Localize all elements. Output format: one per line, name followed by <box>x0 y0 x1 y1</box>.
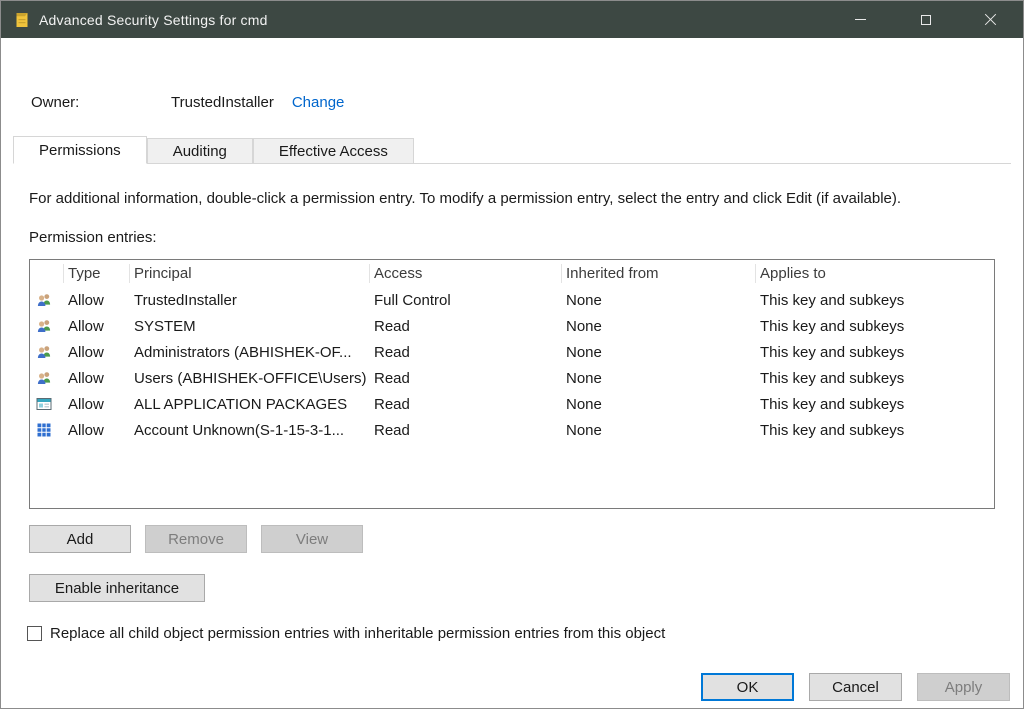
view-button[interactable]: View <box>261 525 363 553</box>
info-text: For additional information, double-click… <box>29 190 1003 207</box>
table-row[interactable]: Allow TrustedInstaller Full Control None… <box>30 287 994 313</box>
advanced-security-settings-dialog: Advanced Security Settings for cmd Owner… <box>0 0 1024 709</box>
table-row[interactable]: Allow SYSTEM Read None This key and subk… <box>30 313 994 339</box>
header-type[interactable]: Type <box>64 264 130 283</box>
titlebar: Advanced Security Settings for cmd <box>1 1 1023 38</box>
app-package-icon <box>30 396 64 412</box>
change-owner-link[interactable]: Change <box>292 94 345 111</box>
caption-buttons <box>828 1 1023 38</box>
users-icon <box>30 370 64 386</box>
cell-access: Read <box>370 318 562 335</box>
header-applies-to[interactable]: Applies to <box>756 264 994 283</box>
minimize-button[interactable] <box>828 1 893 38</box>
header-access[interactable]: Access <box>370 264 562 283</box>
owner-row: Owner: TrustedInstaller Change <box>31 94 344 111</box>
apply-button[interactable]: Apply <box>917 673 1010 701</box>
cell-access: Full Control <box>370 292 562 309</box>
cell-applies-to: This key and subkeys <box>756 396 994 413</box>
users-icon <box>30 344 64 360</box>
cell-type: Allow <box>64 422 130 439</box>
registry-file-icon <box>14 12 30 28</box>
header-principal[interactable]: Principal <box>130 264 370 283</box>
table-row[interactable]: Allow Administrators (ABHISHEK-OF... Rea… <box>30 339 994 365</box>
cell-inherited-from: None <box>562 396 756 413</box>
table-row[interactable]: Allow ALL APPLICATION PACKAGES Read None… <box>30 391 994 417</box>
enable-inheritance-button[interactable]: Enable inheritance <box>29 574 205 602</box>
tab-permissions[interactable]: Permissions <box>13 136 147 164</box>
header-icon-column <box>30 264 64 283</box>
users-icon <box>30 318 64 334</box>
cell-principal: TrustedInstaller <box>130 292 370 309</box>
cell-type: Allow <box>64 318 130 335</box>
replace-permissions-label: Replace all child object permission entr… <box>50 625 665 642</box>
cell-type: Allow <box>64 370 130 387</box>
replace-permissions-row: Replace all child object permission entr… <box>27 625 665 642</box>
users-icon <box>30 292 64 308</box>
maximize-button[interactable] <box>893 1 958 38</box>
cell-access: Read <box>370 422 562 439</box>
dialog-footer-buttons: OK Cancel Apply <box>701 673 1010 701</box>
table-row[interactable]: Allow Account Unknown(S-1-15-3-1... Read… <box>30 417 994 443</box>
close-button[interactable] <box>958 1 1023 38</box>
tabstrip: Permissions Auditing Effective Access <box>13 136 1011 164</box>
permission-entries-label: Permission entries: <box>29 229 157 246</box>
close-icon <box>984 13 997 26</box>
cell-principal: Account Unknown(S-1-15-3-1... <box>130 422 370 439</box>
cell-inherited-from: None <box>562 292 756 309</box>
add-button[interactable]: Add <box>29 525 131 553</box>
cell-principal: SYSTEM <box>130 318 370 335</box>
header-inherited-from[interactable]: Inherited from <box>562 264 756 283</box>
cancel-button[interactable]: Cancel <box>809 673 902 701</box>
owner-value: TrustedInstaller <box>171 94 274 111</box>
cell-applies-to: This key and subkeys <box>756 318 994 335</box>
cell-access: Read <box>370 344 562 361</box>
dialog-body: Owner: TrustedInstaller Change Permissio… <box>1 38 1023 709</box>
cell-inherited-from: None <box>562 318 756 335</box>
cell-principal: Administrators (ABHISHEK-OF... <box>130 344 370 361</box>
cell-applies-to: This key and subkeys <box>756 344 994 361</box>
cell-inherited-from: None <box>562 422 756 439</box>
cell-inherited-from: None <box>562 370 756 387</box>
cell-access: Read <box>370 396 562 413</box>
cell-applies-to: This key and subkeys <box>756 292 994 309</box>
cell-inherited-from: None <box>562 344 756 361</box>
cell-principal: ALL APPLICATION PACKAGES <box>130 396 370 413</box>
tab-auditing[interactable]: Auditing <box>147 138 253 164</box>
minimize-icon <box>855 19 866 20</box>
inheritance-row: Enable inheritance <box>29 574 205 602</box>
unknown-account-icon <box>30 422 64 438</box>
tab-effective-access[interactable]: Effective Access <box>253 138 414 164</box>
remove-button[interactable]: Remove <box>145 525 247 553</box>
window-title: Advanced Security Settings for cmd <box>39 12 268 28</box>
table-header: Type Principal Access Inherited from App… <box>30 260 994 287</box>
cell-applies-to: This key and subkeys <box>756 370 994 387</box>
cell-type: Allow <box>64 396 130 413</box>
cell-type: Allow <box>64 344 130 361</box>
ok-button[interactable]: OK <box>701 673 794 701</box>
permission-entries-body: Allow TrustedInstaller Full Control None… <box>30 287 994 443</box>
cell-type: Allow <box>64 292 130 309</box>
replace-permissions-checkbox[interactable] <box>27 626 42 641</box>
cell-principal: Users (ABHISHEK-OFFICE\Users) <box>130 370 370 387</box>
maximize-icon <box>921 15 931 25</box>
cell-applies-to: This key and subkeys <box>756 422 994 439</box>
permission-entries-table: Type Principal Access Inherited from App… <box>29 259 995 509</box>
entry-action-buttons: Add Remove View <box>29 525 363 553</box>
owner-label: Owner: <box>31 94 171 111</box>
table-row[interactable]: Allow Users (ABHISHEK-OFFICE\Users) Read… <box>30 365 994 391</box>
cell-access: Read <box>370 370 562 387</box>
